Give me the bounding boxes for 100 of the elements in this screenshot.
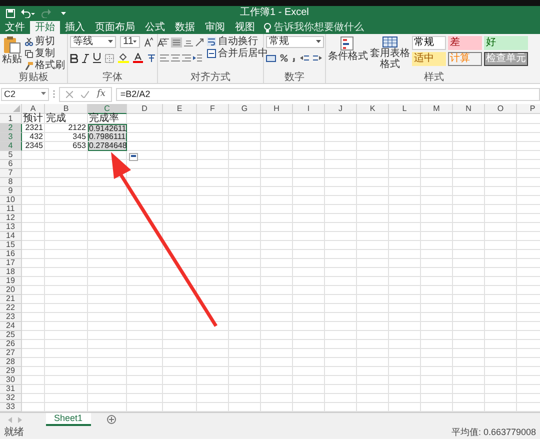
column-header[interactable]: K	[357, 104, 389, 114]
row-header[interactable]: 15	[0, 241, 22, 250]
ribbon-tab[interactable]: 视图	[230, 21, 260, 34]
add-sheet-icon[interactable]	[106, 415, 116, 424]
row-header[interactable]: 31	[0, 385, 22, 394]
cell-style-option[interactable]: 差	[448, 36, 482, 50]
ribbon-tab[interactable]: 审阅	[200, 21, 230, 34]
column-header[interactable]: G	[229, 104, 261, 114]
fill-color-icon[interactable]	[118, 53, 129, 63]
customize-icon[interactable]	[61, 10, 66, 16]
insert-function-button[interactable]: fx	[97, 89, 106, 99]
cell[interactable]: 0.9142611	[88, 124, 127, 133]
column-header[interactable]: C	[88, 104, 127, 114]
column-header[interactable]: B	[45, 104, 88, 114]
number-format-field[interactable]: 常规	[266, 36, 324, 48]
row-header[interactable]: 16	[0, 250, 22, 259]
italic-icon[interactable]	[82, 54, 89, 62]
borders-icon[interactable]	[105, 54, 114, 62]
row-header[interactable]: 21	[0, 295, 22, 304]
row-header[interactable]: 13	[0, 223, 22, 232]
row-header[interactable]: 22	[0, 304, 22, 313]
row-header[interactable]: 18	[0, 268, 22, 277]
format-painter-button[interactable]: 格式刷	[25, 60, 65, 71]
percent-icon[interactable]	[280, 54, 288, 62]
ribbon-tab[interactable]: 文件	[0, 21, 30, 34]
column-header[interactable]: F	[197, 104, 229, 114]
font-size-field[interactable]: 11	[120, 36, 140, 48]
row-header[interactable]: 26	[0, 340, 22, 349]
cell-style-option[interactable]: 好	[484, 36, 528, 50]
underline-icon[interactable]	[93, 53, 101, 63]
name-box[interactable]: C2	[1, 88, 49, 100]
shrink-font-icon[interactable]	[157, 37, 166, 47]
merge-center-button[interactable]: 合并后居中	[207, 48, 268, 59]
currency-icon[interactable]	[266, 54, 276, 62]
undo-icon[interactable]	[21, 8, 35, 18]
phonetic-icon[interactable]	[147, 53, 156, 63]
column-header[interactable]: H	[261, 104, 293, 114]
row-header[interactable]: 24	[0, 322, 22, 331]
font-name-field[interactable]: 等线	[70, 36, 116, 48]
row-header[interactable]: 10	[0, 196, 22, 205]
column-header[interactable]: L	[389, 104, 421, 114]
row-header[interactable]: 6	[0, 160, 22, 169]
row-header[interactable]: 30	[0, 376, 22, 385]
row-header[interactable]: 17	[0, 259, 22, 268]
format-as-table-button[interactable]: 套用表格格式	[370, 36, 410, 70]
row-header[interactable]: 23	[0, 313, 22, 322]
sheet-tab[interactable]: Sheet1	[46, 413, 91, 426]
grow-font-icon[interactable]	[144, 37, 153, 47]
row-header[interactable]: 27	[0, 349, 22, 358]
cut-button[interactable]: 剪切	[25, 36, 65, 47]
row-header[interactable]: 4	[0, 142, 22, 151]
row-header[interactable]: 33	[0, 403, 22, 412]
cell[interactable]: 预计	[22, 114, 45, 124]
cell[interactable]: 432	[22, 133, 45, 142]
row-header[interactable]: 19	[0, 277, 22, 286]
row-header[interactable]: 2	[0, 124, 22, 133]
row-header[interactable]: 3	[0, 133, 22, 142]
paste-button[interactable]: 粘贴	[2, 36, 22, 65]
row-header[interactable]: 7	[0, 169, 22, 178]
row-header[interactable]: 28	[0, 358, 22, 367]
formula-field[interactable]: =B2/A2	[116, 88, 540, 100]
bold-icon[interactable]	[70, 54, 78, 62]
save-icon[interactable]	[6, 8, 15, 18]
align-bottom-icon[interactable]	[184, 38, 193, 46]
row-header[interactable]: 32	[0, 394, 22, 403]
column-header[interactable]: D	[127, 104, 163, 114]
ribbon-tab[interactable]: 开始	[30, 21, 60, 34]
column-header[interactable]: M	[421, 104, 453, 114]
row-header[interactable]: 14	[0, 232, 22, 241]
font-color-icon[interactable]	[133, 53, 143, 63]
column-header[interactable]: N	[453, 104, 485, 114]
row-header[interactable]: 8	[0, 178, 22, 187]
row-header[interactable]: 11	[0, 205, 22, 214]
row-header[interactable]: 12	[0, 214, 22, 223]
cell-style-option[interactable]: 适中	[412, 52, 446, 66]
column-header[interactable]: I	[293, 104, 325, 114]
conditional-formatting-button[interactable]: 条件格式	[328, 36, 368, 62]
column-header[interactable]: A	[22, 104, 45, 114]
column-header[interactable]: O	[485, 104, 517, 114]
copy-button[interactable]: 复制	[25, 48, 65, 59]
align-top-icon[interactable]	[160, 38, 169, 46]
tell-me-field[interactable]: 告诉我你想要做什么	[264, 21, 374, 34]
row-header[interactable]: 25	[0, 331, 22, 340]
quick-analysis-icon[interactable]	[129, 153, 138, 161]
row-header[interactable]: 20	[0, 286, 22, 295]
column-header[interactable]: P	[517, 104, 540, 114]
cell[interactable]: 完成	[45, 114, 88, 124]
wrap-text-button[interactable]: 自动换行	[207, 36, 268, 47]
column-header[interactable]: E	[163, 104, 197, 114]
drag-handle-icon[interactable]	[53, 90, 55, 98]
ribbon-tab[interactable]: 插入	[60, 21, 90, 34]
row-header[interactable]: 9	[0, 187, 22, 196]
indent-icon[interactable]	[193, 54, 202, 62]
ribbon-tab[interactable]: 页面布局	[90, 21, 140, 34]
column-header[interactable]: J	[325, 104, 357, 114]
ribbon-tab[interactable]: 数据	[170, 21, 200, 34]
align-center-icon[interactable]	[171, 54, 180, 62]
ribbon-tab[interactable]: 公式	[140, 21, 170, 34]
row-header[interactable]: 29	[0, 367, 22, 376]
decrease-decimal-icon[interactable]	[313, 54, 322, 62]
